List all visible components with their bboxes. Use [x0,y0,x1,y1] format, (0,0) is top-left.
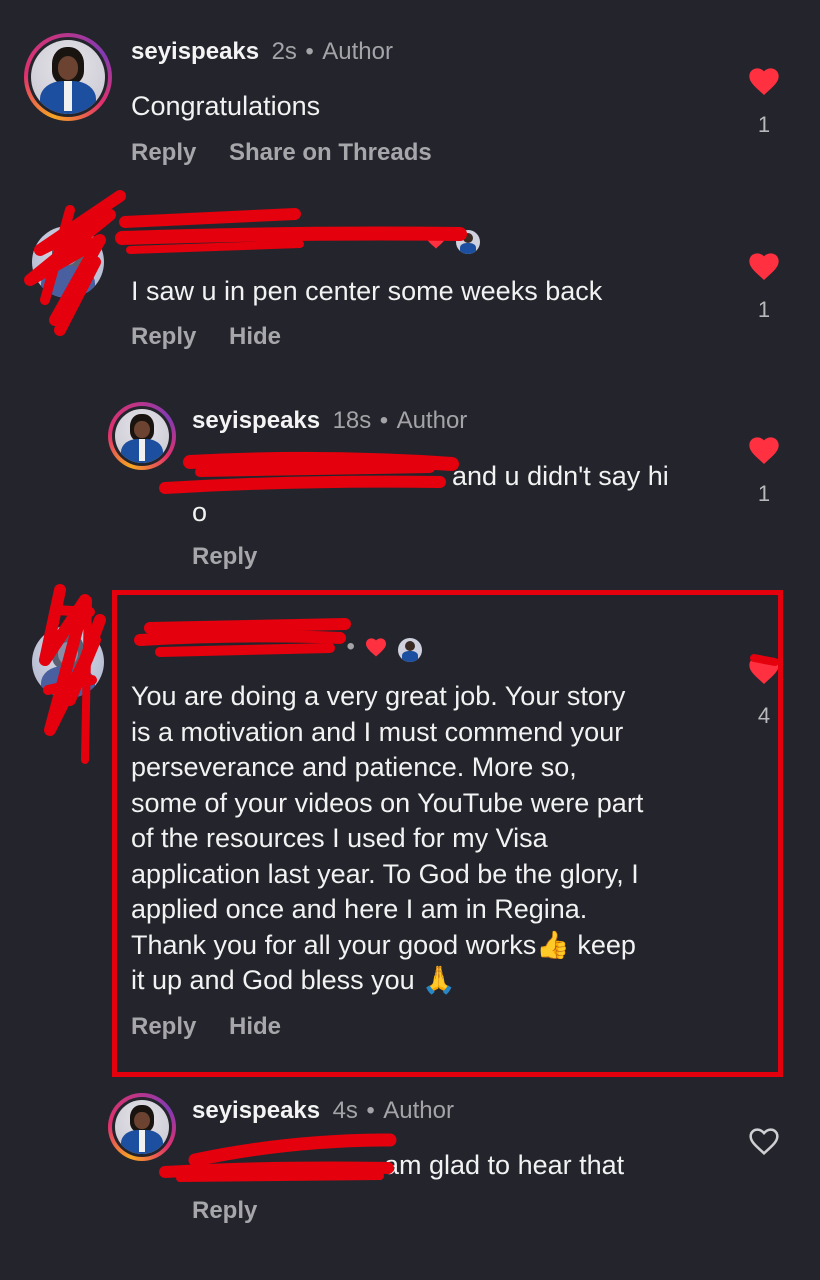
comment-text: and u didn't say hi [452,461,669,491]
comment-header: seyispeaks 4s • Author [192,1097,454,1125]
comment-text: am glad to hear that [384,1150,625,1180]
timestamp: 2s [271,38,297,65]
username[interactable]: seyispeaks [192,1097,320,1124]
timestamp: 18s [332,407,372,434]
avatar[interactable] [108,402,176,470]
comment-header: seyispeaks 18s • Author [192,407,467,435]
avatar[interactable] [108,1093,176,1161]
comment-text: Congratulations [131,91,321,121]
share-on-threads-button[interactable]: Share on Threads [229,139,432,167]
avatar[interactable] [32,626,104,698]
hide-button[interactable]: Hide [229,323,281,351]
comment-text-line2: o [192,497,208,527]
reply-button[interactable]: Reply [192,1197,257,1225]
reply-button[interactable]: Reply [192,543,257,571]
comment-header [131,222,480,254]
author-badge: Author [383,1097,454,1124]
author-liked-icon [455,229,480,254]
username[interactable]: seyispeaks [131,38,259,65]
avatar[interactable] [24,33,112,121]
like-count: 1 [757,297,771,322]
like-count: 1 [757,112,771,137]
separator-dot: • [366,1097,375,1124]
timestamp: 4s [332,1097,358,1124]
like-count: 1 [757,481,771,506]
separator-dot: • [305,38,314,65]
heart-filled-icon[interactable] [748,66,780,96]
separator-dot: • [379,407,389,434]
author-badge: Author [396,407,468,434]
highlight-box [112,590,783,1077]
heart-outline-icon[interactable] [748,1126,780,1156]
comment-text: I saw u in pen center some weeks back [131,276,603,306]
username[interactable]: seyispeaks [192,407,320,434]
heart-filled-icon[interactable] [748,251,780,281]
avatar[interactable] [32,226,104,298]
reply-button[interactable]: Reply [131,139,196,167]
reply-button[interactable]: Reply [131,323,196,351]
comment-header: seyispeaks 2s • Author [131,38,393,66]
heart-filled-icon[interactable] [748,435,780,465]
author-badge: Author [322,38,393,65]
author-liked-heart-icon [425,229,447,254]
username[interactable] [131,222,421,246]
